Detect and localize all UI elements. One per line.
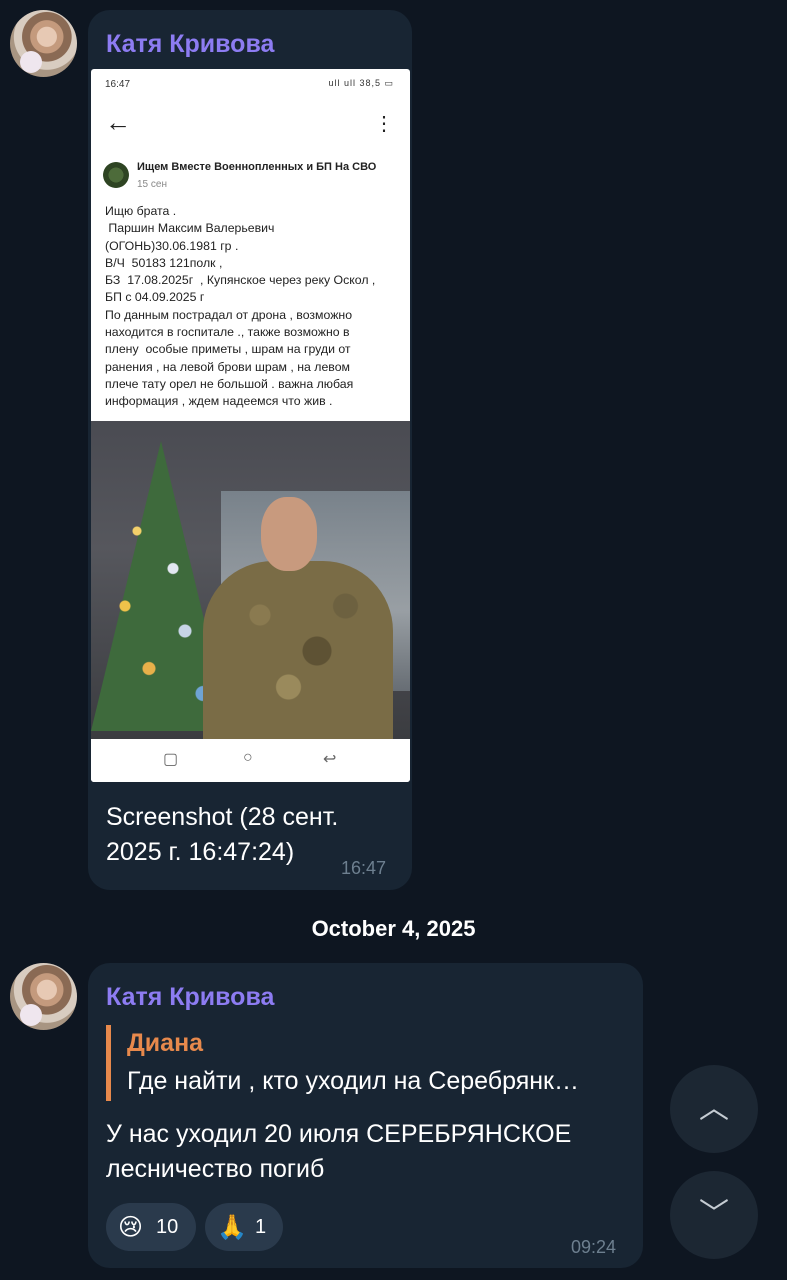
back-nav-icon: ↩	[323, 751, 337, 768]
post-text: Ищю брата . Паршин Максим Валерьевич (ОГ…	[105, 204, 376, 409]
channel-name: Ищем Вместе Военнопленных и БП На СВО	[137, 161, 377, 173]
status-icons: ull ull 38,5 ▭	[328, 78, 394, 88]
crying-face-icon: 😢	[118, 1214, 144, 1241]
sender-name[interactable]: Катя Кривова	[106, 983, 274, 1012]
reply-author: Диана	[127, 1029, 204, 1057]
android-navbar: ▢ ○ ↩	[91, 739, 410, 782]
channel-date: 15 сен	[137, 179, 167, 190]
message-time: 16:47	[341, 858, 387, 878]
home-icon: ○	[243, 749, 253, 766]
message-time: 09:24	[571, 1237, 617, 1257]
sender-avatar[interactable]	[10, 963, 77, 1030]
post-photo	[91, 421, 410, 739]
sender-name[interactable]: Катя Кривова	[106, 30, 274, 59]
reaction-crying[interactable]: 😢 10	[106, 1203, 196, 1251]
scroll-up-button[interactable]: ︿	[670, 1065, 758, 1153]
channel-avatar	[103, 162, 129, 188]
status-time: 16:47	[105, 79, 131, 90]
folded-hands-icon: 🙏	[217, 1214, 247, 1241]
chevron-up-icon: ︿	[699, 1092, 729, 1125]
chevron-down-icon: ﹀	[699, 1198, 729, 1231]
sender-avatar[interactable]	[10, 10, 77, 77]
recents-icon: ▢	[163, 751, 179, 768]
message-text: У нас уходил 20 июля СЕРЕБРЯНСКОЕ леснич…	[106, 1120, 572, 1183]
more-vertical-icon: ⋮	[374, 113, 394, 135]
reply-quote[interactable]: Диана Где найти , кто уходил на Серебрян…	[106, 1025, 616, 1101]
media-caption: Screenshot (28 сент. 2025 г. 16:47:24)	[106, 803, 339, 866]
reaction-count: 10	[156, 1216, 179, 1238]
date-separator: October 4, 2025	[311, 916, 476, 941]
arrow-left-icon: ←	[105, 107, 131, 137]
screenshot-image[interactable]: 16:47 ull ull 38,5 ▭ ← ⋮ Ищем Вместе Вое…	[91, 69, 410, 782]
reaction-pray[interactable]: 🙏 1	[205, 1203, 283, 1251]
reaction-count: 1	[255, 1216, 267, 1238]
reply-text: Где найти , кто уходил на Серебрянк…	[127, 1067, 579, 1095]
scroll-down-button[interactable]: ﹀	[670, 1171, 758, 1259]
